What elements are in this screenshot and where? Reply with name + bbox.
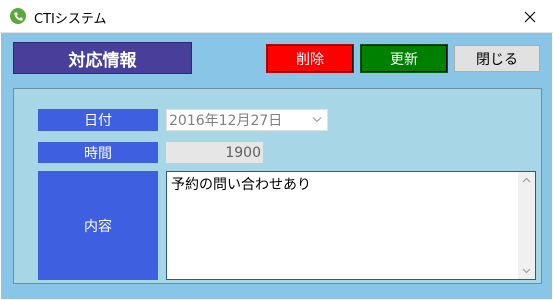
dialog-body: 対応情報 削除 更新 閉じる 日付 2016年12月27日 時間 1900 内容… — [1, 33, 552, 299]
window-close-button[interactable] — [507, 0, 553, 33]
scroll-down-button[interactable] — [518, 262, 535, 279]
vertical-scrollbar[interactable] — [518, 172, 535, 279]
content-textarea[interactable]: 予約の問い合わせあり — [166, 171, 536, 280]
content-label: 内容 — [38, 171, 158, 280]
date-value: 2016年12月27日 — [169, 113, 283, 129]
chevron-down-icon — [312, 117, 322, 123]
scroll-up-button[interactable] — [518, 172, 535, 189]
phone-icon — [10, 8, 26, 24]
content-text: 予約の問い合わせあり — [171, 177, 311, 193]
update-button[interactable]: 更新 — [360, 44, 448, 73]
title-bar: CTIシステム — [0, 0, 553, 33]
chevron-down-icon — [522, 268, 531, 274]
time-label: 時間 — [38, 142, 158, 163]
page-title: 対応情報 — [13, 42, 192, 74]
time-field[interactable]: 1900 — [166, 142, 263, 163]
date-picker[interactable]: 2016年12月27日 — [166, 109, 328, 131]
chevron-up-icon — [522, 177, 531, 183]
form-panel: 日付 2016年12月27日 時間 1900 内容 予約の問い合わせあり — [13, 88, 542, 284]
close-icon — [524, 11, 536, 22]
close-button[interactable]: 閉じる — [454, 45, 540, 72]
date-label: 日付 — [38, 109, 158, 131]
delete-button[interactable]: 削除 — [266, 44, 354, 73]
window-title: CTIシステム — [34, 12, 107, 27]
